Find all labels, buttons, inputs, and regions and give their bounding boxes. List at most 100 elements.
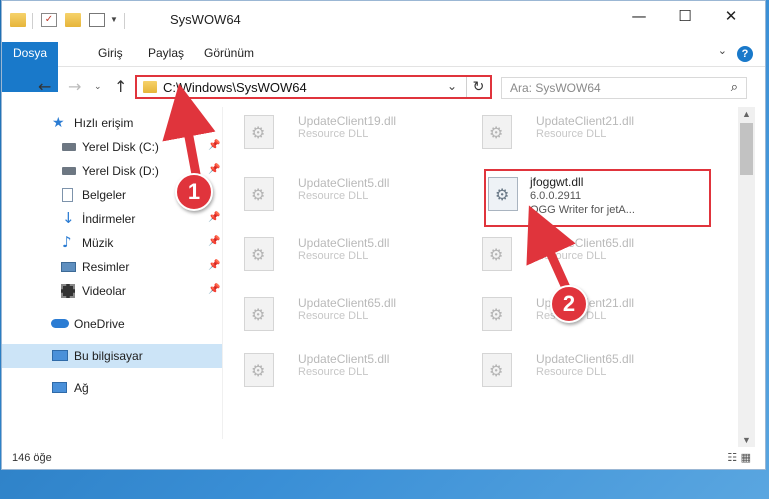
music-icon: ♪ [62,233,72,251]
refresh-icon[interactable]: ↻ [466,77,490,97]
pane-splitter[interactable] [222,107,223,439]
back-button[interactable]: ← [38,77,51,96]
file-name: UpdateClient65.dll [298,296,397,310]
gear-icon: ⚙ [251,361,266,380]
new-folder-icon[interactable] [65,13,81,27]
explorer-window: ✓ ▼ SysWOW64 — ☐ ✕ Dosya Giriş Paylaş Gö… [1,0,766,470]
star-icon: ★ [52,114,65,130]
navigation-bar: ← → ⌄ ↑ C:\Windows\SysWOW64 ⌄ ↻ Ara: Sys… [2,67,765,107]
file-description: Resource DLL [536,366,607,378]
forward-button[interactable]: → [68,77,81,96]
ribbon: Dosya Giriş Paylaş Görünüm ⌄ ? [2,37,765,92]
file-name: UpdateClient5.dll [298,352,390,366]
network-icon [52,382,67,393]
file-item[interactable]: ⚙ UpdateClient65.dll Resource DLL [224,289,452,339]
ribbon-expand-icon[interactable]: ⌄ [718,44,727,57]
cloud-icon [51,319,69,328]
close-button[interactable]: ✕ [708,1,754,31]
pin-icon[interactable]: 📌 [208,260,220,271]
file-name: UpdateClient65.dll [536,352,635,366]
file-item[interactable]: ⚙ UpdateClient19.dll Resource DLL [224,107,452,157]
dll-file-icon: ⚙ [244,297,274,331]
tab-share[interactable]: Paylaş [138,42,194,64]
tab-view[interactable]: Görünüm [194,42,264,64]
sidebar-item-label: Bu bilgisayar [74,349,143,363]
pin-icon[interactable]: 📌 [208,212,220,223]
file-name: UpdateClient19.dll [298,114,397,128]
file-description: Resource DLL [298,250,369,262]
file-description: Resource DLL [298,310,369,322]
customize-quick-access-icon[interactable] [89,13,105,27]
pin-icon[interactable]: 📌 [208,284,220,295]
vertical-scrollbar[interactable]: ▲ ▼ [738,107,755,447]
dll-file-icon: ⚙ [244,237,274,271]
sidebar-item-quick-access[interactable]: ★ Hızlı erişim [2,111,222,135]
dll-file-icon: ⚙ [244,177,274,211]
tab-home[interactable]: Giriş [88,42,133,64]
recent-locations-icon[interactable]: ⌄ [94,82,102,92]
dll-file-icon: ⚙ [482,115,512,149]
file-item[interactable]: ⚙ UpdateClient5.dll Resource DLL [224,229,452,279]
gear-icon: ⚙ [251,123,266,142]
pin-icon[interactable]: 📌 [208,236,220,247]
maximize-button[interactable]: ☐ [662,1,708,31]
file-list: ⚙ UpdateClient19.dll Resource DLL ⚙ Upda… [224,107,738,439]
folder-icon [143,81,157,93]
file-highlight-box [484,169,711,227]
address-path[interactable]: C:\Windows\SysWOW64 [163,80,307,95]
gear-icon: ⚙ [489,305,504,324]
pictures-icon [61,262,76,272]
scroll-up-icon[interactable]: ▲ [742,109,751,119]
window-title: SysWOW64 [170,12,241,27]
file-item[interactable]: ⚙ UpdateClient21.dll Resource DLL [462,107,690,157]
status-bar: 146 öğe ☷ ▦ [2,447,765,469]
sidebar-item-label: Müzik [82,236,114,250]
help-icon[interactable]: ? [737,46,753,62]
chevron-down-icon[interactable]: ⌄ [447,79,457,93]
file-description: Resource DLL [298,190,369,202]
drive-icon [62,143,76,151]
sidebar-item-disk-c[interactable]: Yerel Disk (C:) 📌 [2,135,222,159]
sidebar-item-network[interactable]: Ağ [2,376,222,400]
search-icon[interactable]: ⌕ [731,80,738,95]
scroll-down-icon[interactable]: ▼ [742,435,751,445]
sidebar-item-label: OneDrive [74,317,125,331]
address-bar[interactable]: C:\Windows\SysWOW64 ⌄ ↻ [135,75,492,99]
sidebar-item-music[interactable]: ♪ Müzik 📌 [2,231,222,255]
scroll-thumb[interactable] [740,123,753,175]
pin-icon[interactable]: 📌 [208,140,220,151]
file-name: UpdateClient5.dll [298,176,390,190]
up-button[interactable]: ↑ [114,77,127,96]
file-item[interactable]: ⚙ UpdateClient5.dll Resource DLL [224,345,452,395]
separator [124,13,125,29]
minimize-button[interactable]: — [616,1,662,31]
sidebar-item-label: Resimler [82,260,130,274]
file-description: Resource DLL [536,250,607,262]
folder-icon [10,13,26,27]
sidebar-item-onedrive[interactable]: OneDrive [2,312,222,336]
sidebar-item-label: Yerel Disk (C:) [82,140,159,154]
pin-icon[interactable]: 📌 [208,164,220,175]
sidebar-item-downloads[interactable]: ↓ İndirmeler 📌 [2,207,222,231]
sidebar-item-label: Videolar [82,284,126,298]
file-item[interactable]: ⚙ UpdateClient65.dll Resource DLL [462,345,690,395]
callout-badge-2: 2 [550,285,588,323]
dll-file-icon: ⚙ [244,115,274,149]
file-description: Resource DLL [298,366,369,378]
sidebar-item-this-pc[interactable]: Bu bilgisayar [2,344,222,368]
file-item[interactable]: ⚙ UpdateClient5.dll Resource DLL [224,169,452,219]
sidebar-item-pictures[interactable]: Resimler 📌 [2,255,222,279]
search-placeholder: Ara: SysWOW64 [510,81,601,95]
sidebar-item-label: Hızlı erişim [74,116,134,130]
download-icon: ↓ [62,209,75,227]
file-item[interactable]: ⚙ UpdateClient65.dll Resource DLL [462,229,690,279]
view-toggle-icons[interactable]: ☷ ▦ [727,451,751,464]
search-input[interactable]: Ara: SysWOW64 ⌕ [501,77,747,99]
callout-badge-1: 1 [175,173,213,211]
video-icon [61,284,75,298]
file-name: UpdateClient5.dll [298,236,390,250]
drive-icon [62,167,76,175]
separator [32,13,33,29]
sidebar-item-videos[interactable]: Videolar 📌 [2,279,222,303]
properties-icon[interactable]: ✓ [41,13,57,27]
